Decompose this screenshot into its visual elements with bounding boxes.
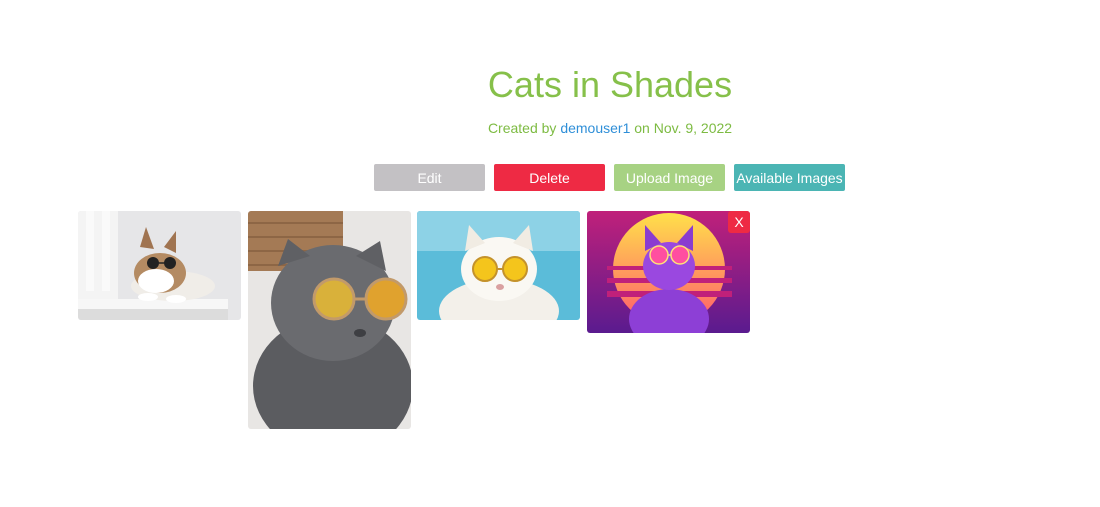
delete-button[interactable]: Delete (494, 164, 605, 191)
cat-photo-tabby-image (78, 211, 241, 320)
cat-photo-gray-image (248, 211, 411, 429)
remove-image-button[interactable]: X (728, 211, 750, 233)
page-title: Cats in Shades (487, 64, 733, 105)
author-link[interactable]: demouser1 (560, 120, 630, 136)
cat-photo-white-image (417, 211, 580, 320)
cat-photo-white[interactable] (417, 211, 580, 320)
edit-button[interactable]: Edit (374, 164, 485, 191)
available-images-button[interactable]: Available Images (734, 164, 845, 191)
byline: Created by demouser1 on Nov. 9, 2022 (0, 120, 1100, 136)
byline-prefix: Created by (487, 120, 557, 136)
cat-photo-synthwave-image (587, 211, 750, 333)
cat-photo-gray[interactable] (248, 211, 411, 429)
collection-page: Cats in Shades Created by demouser1 on N… (0, 0, 1100, 507)
upload-image-button[interactable]: Upload Image (614, 164, 725, 191)
action-bar: Edit Delete Upload Image Available Image… (374, 164, 845, 191)
byline-date: on Nov. 9, 2022 (634, 120, 733, 136)
cat-photo-tabby[interactable] (78, 211, 241, 320)
cat-photo-synthwave[interactable]: X (587, 211, 750, 333)
